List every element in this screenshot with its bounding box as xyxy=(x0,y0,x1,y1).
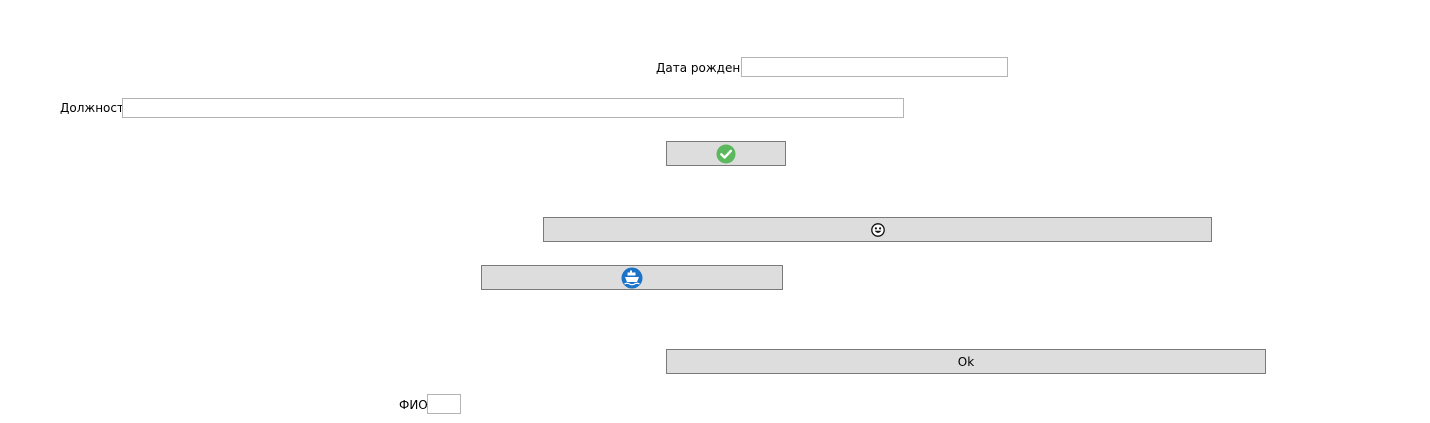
full-name-label: ФИО xyxy=(399,398,428,412)
full-name-field[interactable] xyxy=(427,394,461,414)
confirm-button[interactable] xyxy=(666,141,786,166)
ship-icon xyxy=(621,267,643,289)
position-label: Должность xyxy=(60,101,132,115)
position-field[interactable] xyxy=(122,98,904,118)
birth-date-field[interactable] xyxy=(741,57,1008,77)
check-circle-icon xyxy=(716,144,736,164)
emoji-button[interactable] xyxy=(543,217,1212,242)
ok-button[interactable]: Ok xyxy=(666,349,1266,374)
smiley-face-icon xyxy=(870,222,885,237)
ship-button[interactable] xyxy=(481,265,783,290)
